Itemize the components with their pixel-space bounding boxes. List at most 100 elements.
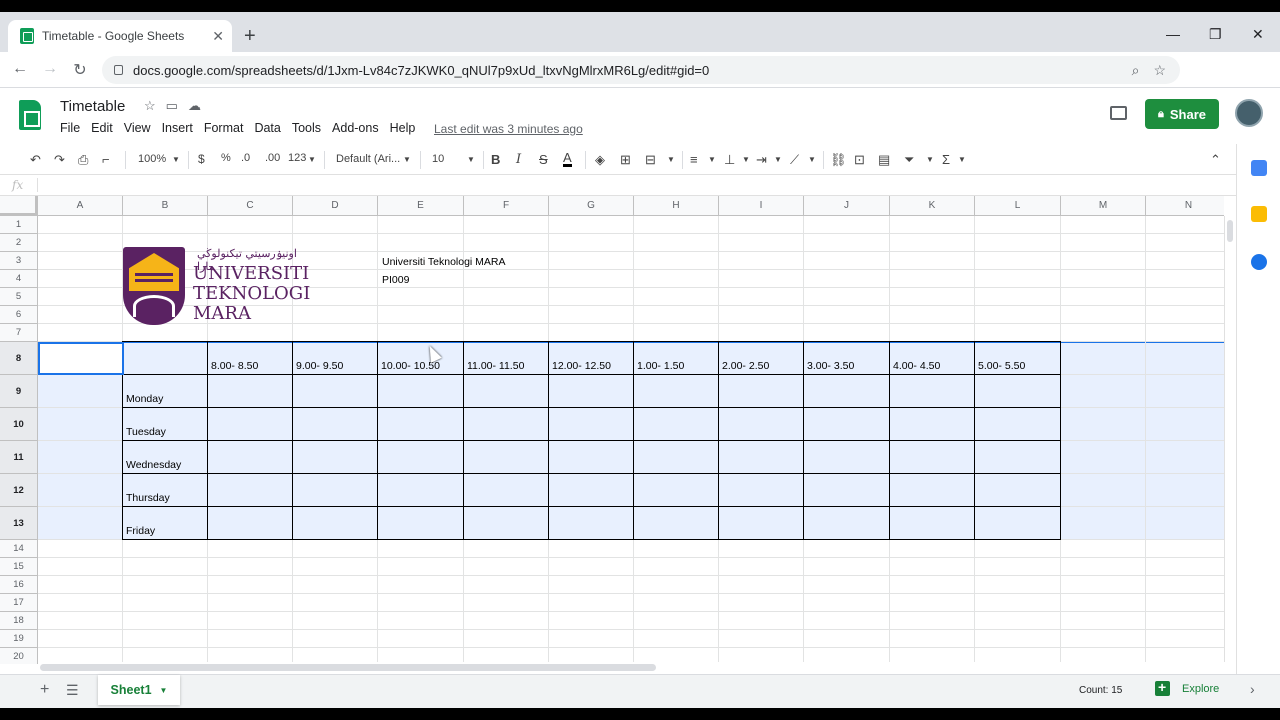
all-sheets-icon[interactable]: ☰ [66,682,79,699]
tasks-icon[interactable] [1251,254,1267,270]
sheets-logo-icon[interactable] [19,100,41,130]
minimize-button[interactable]: — [1166,26,1180,42]
row-header-9[interactable]: 9 [0,375,38,408]
menu-file[interactable]: File [60,121,80,135]
time-slot-cell[interactable]: 1.00- 1.50 [637,360,684,372]
menu-edit[interactable]: Edit [91,121,113,135]
menu-addons[interactable]: Add-ons [332,121,379,135]
time-slot-cell[interactable]: 4.00- 4.50 [893,360,940,372]
document-title[interactable]: Timetable [60,98,125,115]
italic-button[interactable]: I [516,152,521,167]
close-window-button[interactable]: ✕ [1252,26,1264,43]
row-header-17[interactable]: 17 [0,594,38,612]
row-header-16[interactable]: 16 [0,576,38,594]
functions-dropdown-icon[interactable]: ▼ [958,155,966,164]
calendar-icon[interactable] [1251,160,1267,176]
insert-link-icon[interactable]: ⛓ [830,152,847,168]
halign-dropdown-icon[interactable]: ▼ [708,155,716,164]
time-slot-cell[interactable]: 5.00- 5.50 [978,360,1025,372]
row-header-8[interactable]: 8 [0,342,38,375]
font-select[interactable]: Default (Ari... [336,153,400,165]
insert-comment-icon[interactable]: ⊡ [854,152,865,168]
redo-icon[interactable]: ↷ [54,152,65,168]
column-header-g[interactable]: G [549,196,634,216]
row-header-5[interactable]: 5 [0,288,38,306]
show-side-panel-icon[interactable]: › [1250,681,1255,697]
menu-help[interactable]: Help [390,121,416,135]
select-all-corner[interactable] [0,196,38,216]
time-slot-cell[interactable]: 9.00- 9.50 [296,360,343,372]
column-header-l[interactable]: L [975,196,1061,216]
time-slot-cell[interactable]: 11.00- 11.50 [467,360,524,372]
column-header-f[interactable]: F [464,196,549,216]
filter-icon[interactable]: ⏷ [904,152,914,168]
menu-format[interactable]: Format [204,121,244,135]
text-wrap-icon[interactable]: ⇥ [756,152,767,168]
day-cell[interactable]: Wednesday [126,459,181,471]
sheet-menu-icon[interactable]: ▼ [160,686,168,695]
more-formats-button[interactable]: 123 [288,152,306,164]
row-header-15[interactable]: 15 [0,558,38,576]
strikethrough-button[interactable]: S [539,152,548,167]
time-slot-cell[interactable]: 3.00- 3.50 [807,360,854,372]
cell-e4[interactable]: PI009 [382,274,409,286]
print-icon[interactable]: ⎙ [78,152,88,168]
column-header-d[interactable]: D [293,196,378,216]
insert-chart-icon[interactable]: ▤ [878,152,890,168]
percent-format-button[interactable]: % [221,152,231,164]
forward-arrow-icon[interactable]: → [40,60,60,78]
rotation-dropdown-icon[interactable]: ▼ [808,155,816,164]
close-tab-icon[interactable]: ✕ [212,28,224,45]
day-cell[interactable]: Tuesday [126,426,166,438]
row-header-14[interactable]: 14 [0,540,38,558]
row-header-13[interactable]: 13 [0,507,38,540]
vertical-scrollbar[interactable] [1224,216,1236,662]
account-avatar[interactable] [1235,99,1263,127]
browser-tab[interactable]: Timetable - Google Sheets ✕ [8,20,232,52]
column-header-k[interactable]: K [890,196,975,216]
valign-dropdown-icon[interactable]: ▼ [742,155,750,164]
row-header-2[interactable]: 2 [0,234,38,252]
row-header-6[interactable]: 6 [0,306,38,324]
column-header-e[interactable]: E [378,196,464,216]
decrease-decimal-button[interactable]: .0 [241,152,250,164]
column-header-b[interactable]: B [123,196,208,216]
increase-decimal-button[interactable]: .00 [265,152,280,164]
zoom-select[interactable]: 100% [138,153,166,165]
sheet-tab[interactable]: Sheet1 ▼ [98,675,180,705]
move-folder-icon[interactable]: ▭ [166,98,188,113]
horizontal-align-icon[interactable]: ≡ [690,152,698,167]
active-cell[interactable] [38,342,124,375]
merge-dropdown-icon[interactable]: ▼ [667,155,675,164]
column-header-m[interactable]: M [1061,196,1146,216]
comment-history-icon[interactable] [1110,106,1127,120]
collapse-toolbar-icon[interactable]: ⌃ [1210,152,1221,168]
more-formats-dropdown-icon[interactable]: ▼ [308,155,316,164]
menu-data[interactable]: Data [254,121,280,135]
time-slot-cell[interactable]: 2.00- 2.50 [722,360,769,372]
row-header-12[interactable]: 12 [0,474,38,507]
row-header-3[interactable]: 3 [0,252,38,270]
menu-tools[interactable]: Tools [292,121,321,135]
column-header-h[interactable]: H [634,196,719,216]
back-arrow-icon[interactable]: ← [10,60,30,78]
add-sheet-button[interactable]: + [40,681,49,699]
text-color-button[interactable]: A [563,151,572,167]
column-header-j[interactable]: J [804,196,890,216]
font-dropdown-icon[interactable]: ▼ [403,155,411,164]
column-header-a[interactable]: A [38,196,123,216]
borders-icon[interactable]: ⊞ [620,152,631,168]
day-cell[interactable]: Monday [126,393,163,405]
row-header-19[interactable]: 19 [0,630,38,648]
row-header-4[interactable]: 4 [0,270,38,288]
restore-button[interactable]: ❐ [1209,26,1222,43]
currency-format-button[interactable]: $ [198,152,205,166]
wrap-dropdown-icon[interactable]: ▼ [774,155,782,164]
horizontal-scrollbar[interactable] [38,662,1224,674]
share-button[interactable]: 🔒︎ Share [1145,99,1219,129]
bold-button[interactable]: B [491,152,500,167]
fill-color-icon[interactable]: ◈ [595,152,605,168]
day-cell[interactable]: Thursday [126,492,170,504]
cloud-status-icon[interactable]: ☁ [188,98,211,113]
time-slot-cell[interactable]: 12.00- 12.50 [552,360,611,372]
